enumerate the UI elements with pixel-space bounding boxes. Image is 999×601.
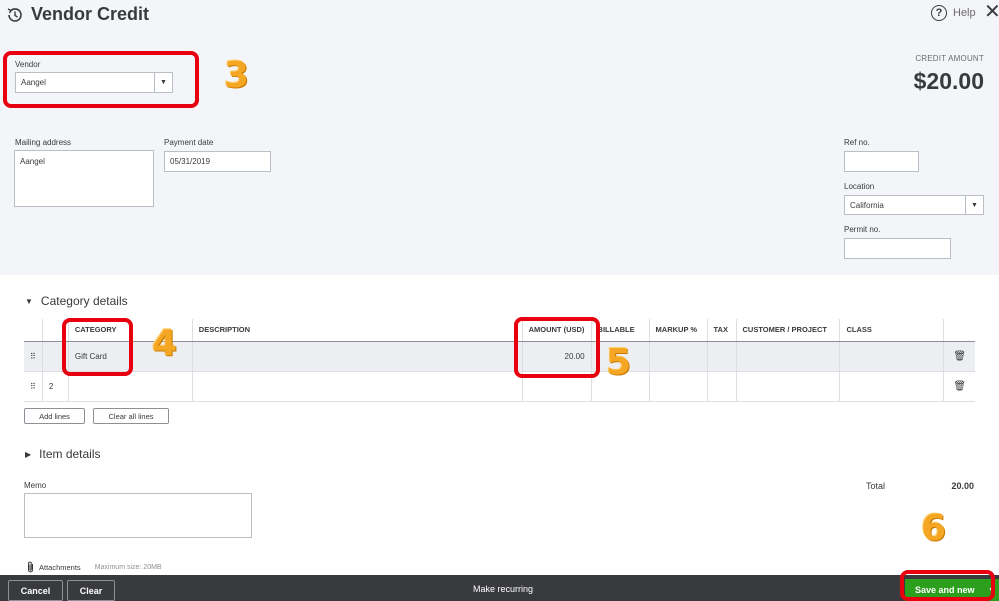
category-details-title: Category details: [40, 294, 128, 308]
close-icon[interactable]: ✕: [984, 2, 999, 22]
total-label: Total: [866, 481, 886, 491]
annotation-box-category: [62, 318, 133, 376]
memo-label: Memo: [24, 481, 47, 490]
markup-cell[interactable]: [648, 371, 708, 402]
permit-no-label: Permit no.: [844, 225, 881, 234]
credit-amount-label: CREDIT AMOUNT: [915, 54, 984, 63]
help-icon: ?: [931, 5, 947, 21]
markup-cell[interactable]: [648, 341, 708, 372]
class-cell[interactable]: [839, 341, 944, 372]
annotation-step-3: 3: [224, 55, 250, 96]
row-index: 2: [41, 371, 69, 402]
annotation-step-6: 6: [921, 508, 947, 549]
item-details-title: Item details: [39, 447, 101, 461]
page-title: Vendor Credit: [31, 4, 150, 24]
cancel-button[interactable]: Cancel: [8, 580, 63, 601]
help-button[interactable]: ? Help: [931, 5, 976, 21]
tax-cell[interactable]: [706, 371, 736, 402]
help-label: Help: [953, 7, 976, 19]
annotation-box-amount: [514, 317, 600, 378]
mailing-address-field[interactable]: Aangel: [14, 150, 154, 207]
attachments-label: Attachments: [39, 562, 81, 572]
make-recurring-link[interactable]: Make recurring: [473, 584, 533, 594]
location-select[interactable]: California ▼: [844, 195, 984, 215]
footer-bar: Cancel Clear Make recurring Save and new…: [0, 575, 999, 601]
memo-field[interactable]: [24, 493, 252, 538]
customer-cell[interactable]: [735, 341, 840, 372]
class-header: CLASS: [839, 319, 944, 342]
description-cell[interactable]: [191, 341, 523, 372]
total-value: 20.00: [951, 481, 974, 491]
attachments-area[interactable]: Attachments Maximum size: 20MB: [26, 561, 162, 573]
credit-amount-value: $20.00: [913, 68, 984, 94]
ref-no-label: Ref no.: [844, 138, 870, 147]
trash-icon[interactable]: 🗑: [943, 371, 975, 402]
attachments-max-size: Maximum size: 20MB: [94, 563, 162, 571]
annotation-step-4: 4: [152, 323, 178, 364]
description-header: DESCRIPTION: [191, 319, 523, 342]
clear-button[interactable]: Clear: [67, 580, 115, 601]
actions-header: [943, 319, 975, 342]
annotation-box-save: [900, 570, 995, 601]
description-cell[interactable]: [191, 371, 523, 402]
annotation-box-vendor: [3, 51, 199, 108]
collapse-triangle-icon: ▼: [25, 296, 33, 306]
history-icon[interactable]: [5, 5, 25, 25]
paperclip-icon: [28, 561, 33, 573]
table-row[interactable]: ⠿ 2 🗑: [24, 371, 975, 402]
item-details-toggle[interactable]: ▶ Item details: [25, 447, 101, 461]
location-value: California: [850, 200, 884, 210]
annotation-step-5: 5: [606, 342, 632, 383]
payment-date-value: 05/31/2019: [170, 157, 211, 166]
dropdown-arrow-icon[interactable]: ▼: [965, 196, 983, 214]
class-cell[interactable]: [839, 371, 944, 402]
drag-handle-icon[interactable]: ⠿: [24, 371, 43, 402]
add-lines-button[interactable]: Add lines: [24, 408, 85, 424]
grip-header: [24, 319, 43, 342]
tax-header: TAX: [706, 319, 736, 342]
permit-no-field[interactable]: [844, 238, 951, 259]
ref-no-field[interactable]: [844, 151, 919, 172]
drag-handle-icon[interactable]: ⠿: [24, 341, 43, 372]
expand-triangle-icon: ▶: [25, 449, 32, 459]
category-details-toggle[interactable]: ▼ Category details: [25, 294, 128, 308]
tax-cell[interactable]: [706, 341, 736, 372]
location-label: Location: [844, 182, 875, 191]
mailing-address-value: Aangel: [20, 157, 45, 166]
payment-date-field[interactable]: 05/31/2019: [164, 151, 271, 172]
customer-header: CUSTOMER / PROJECT: [735, 319, 840, 342]
clear-all-lines-button[interactable]: Clear all lines: [93, 408, 169, 424]
markup-header: MARKUP %: [648, 319, 708, 342]
customer-cell[interactable]: [735, 371, 840, 402]
payment-date-label: Payment date: [164, 138, 214, 147]
trash-icon[interactable]: 🗑: [943, 341, 975, 372]
mailing-address-label: Mailing address: [15, 138, 72, 147]
